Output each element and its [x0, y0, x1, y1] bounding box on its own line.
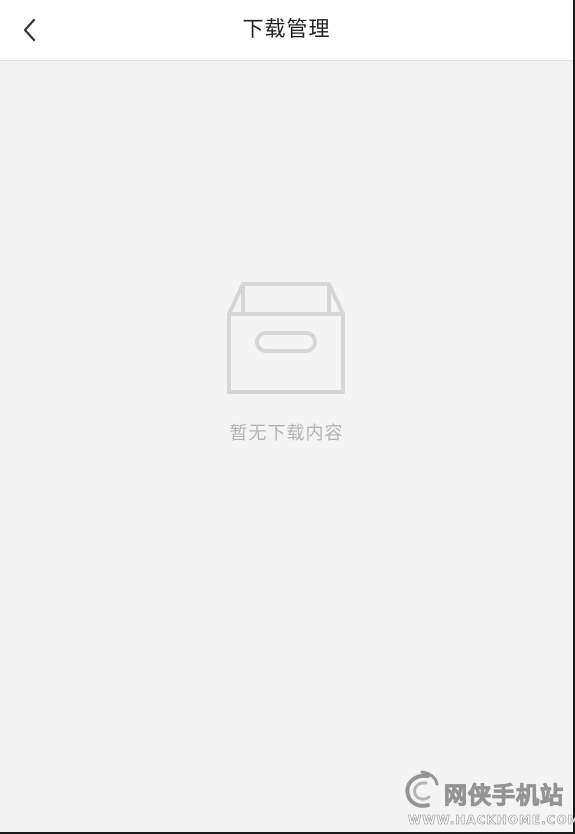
watermark-url: WWW.HACKHOME.COM: [408, 813, 575, 828]
header-bar: 下载管理: [0, 0, 573, 61]
empty-state: 暂无下载内容: [0, 278, 573, 445]
empty-message: 暂无下载内容: [229, 423, 344, 444]
watermark-logo-icon: [405, 770, 439, 808]
empty-box-icon: [226, 282, 345, 394]
download-manager-screen: 下载管理 暂无下载内容 网侠手机站 WWW.HACKHOME.COM: [0, 0, 575, 834]
watermark-site-name: 网侠手机站: [444, 783, 564, 810]
site-watermark: 网侠手机站 WWW.HACKHOME.COM: [402, 770, 575, 830]
page-title: 下载管理: [242, 17, 331, 41]
